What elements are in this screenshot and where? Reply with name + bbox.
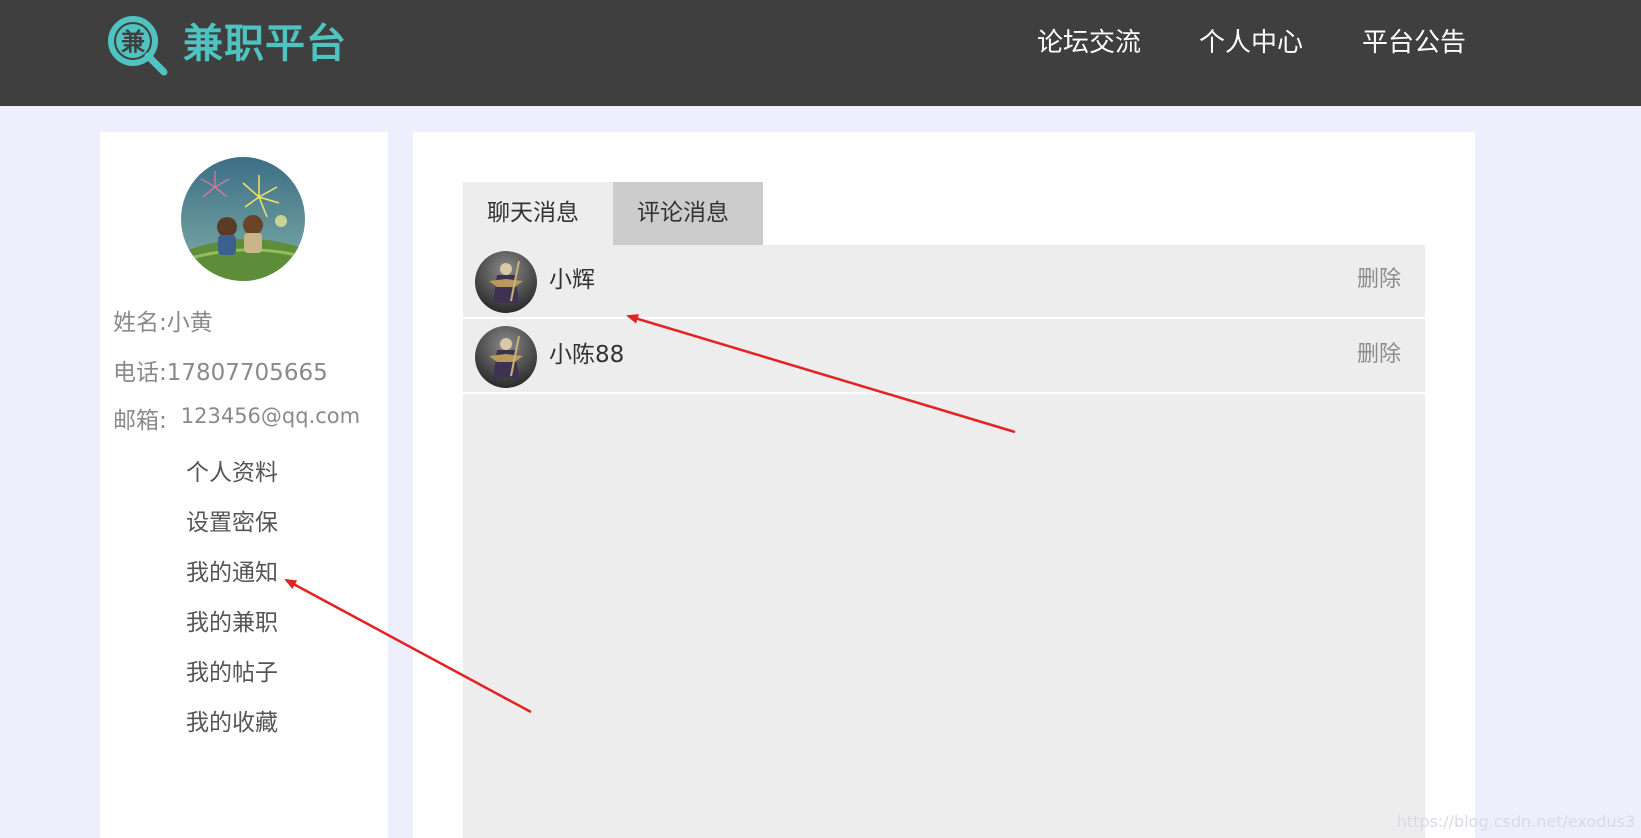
contact-avatar bbox=[475, 251, 537, 313]
message-list: 小辉 删除 小陈88 删除 bbox=[463, 245, 1425, 838]
menu-my-posts[interactable]: 我的帖子 bbox=[186, 658, 278, 688]
user-name-line: 姓名:小黄 bbox=[113, 308, 213, 338]
notification-panel: 聊天消息 评论消息 小辉 删除 小陈88 删除 bbox=[413, 132, 1475, 838]
site-title[interactable]: 兼职平台 bbox=[183, 19, 347, 69]
list-item[interactable]: 小陈88 删除 bbox=[463, 320, 1425, 394]
logo-magnifier-icon[interactable]: 兼 bbox=[106, 14, 170, 78]
nav-forum[interactable]: 论坛交流 bbox=[1037, 25, 1141, 61]
phone-value: 17807705665 bbox=[166, 360, 328, 386]
contact-avatar bbox=[475, 326, 537, 388]
profile-sidebar: 姓名:小黄 电话:17807705665 邮箱: 123456@qq.com 个人… bbox=[100, 132, 388, 838]
contact-name: 小陈88 bbox=[549, 342, 625, 368]
tab-comment-label: 评论消息 bbox=[637, 200, 729, 226]
list-item[interactable]: 小辉 删除 bbox=[463, 245, 1425, 319]
user-avatar bbox=[181, 157, 305, 281]
logo-glyph: 兼 bbox=[121, 28, 145, 56]
contact-name: 小辉 bbox=[549, 267, 595, 293]
nav-notice[interactable]: 平台公告 bbox=[1362, 25, 1466, 61]
tab-chat-messages[interactable]: 聊天消息 bbox=[463, 182, 613, 245]
menu-my-jobs[interactable]: 我的兼职 bbox=[186, 608, 278, 638]
menu-my-favorites[interactable]: 我的收藏 bbox=[186, 708, 278, 738]
nav-profile[interactable]: 个人中心 bbox=[1199, 25, 1303, 61]
menu-personal-info[interactable]: 个人资料 bbox=[186, 458, 278, 488]
watermark: https://blog.csdn.net/exodus3 bbox=[1396, 812, 1635, 831]
name-value: 小黄 bbox=[166, 310, 213, 336]
user-email-line: 邮箱: 123456@qq.com bbox=[113, 404, 360, 436]
top-header: 兼 兼职平台 论坛交流 个人中心 平台公告 bbox=[0, 0, 1641, 106]
email-label: 邮箱: bbox=[113, 408, 167, 434]
tab-chat-label: 聊天消息 bbox=[487, 200, 579, 226]
menu-security-question[interactable]: 设置密保 bbox=[186, 508, 278, 538]
phone-label: 电话: bbox=[113, 360, 167, 386]
delete-button[interactable]: 删除 bbox=[1357, 340, 1401, 370]
menu-my-notifications[interactable]: 我的通知 bbox=[186, 558, 278, 588]
user-phone-line: 电话:17807705665 bbox=[113, 358, 328, 388]
name-label: 姓名: bbox=[113, 310, 167, 336]
email-value: 123456@qq.com bbox=[180, 404, 361, 428]
delete-button[interactable]: 删除 bbox=[1357, 265, 1401, 295]
tab-comment-messages[interactable]: 评论消息 bbox=[613, 182, 763, 245]
